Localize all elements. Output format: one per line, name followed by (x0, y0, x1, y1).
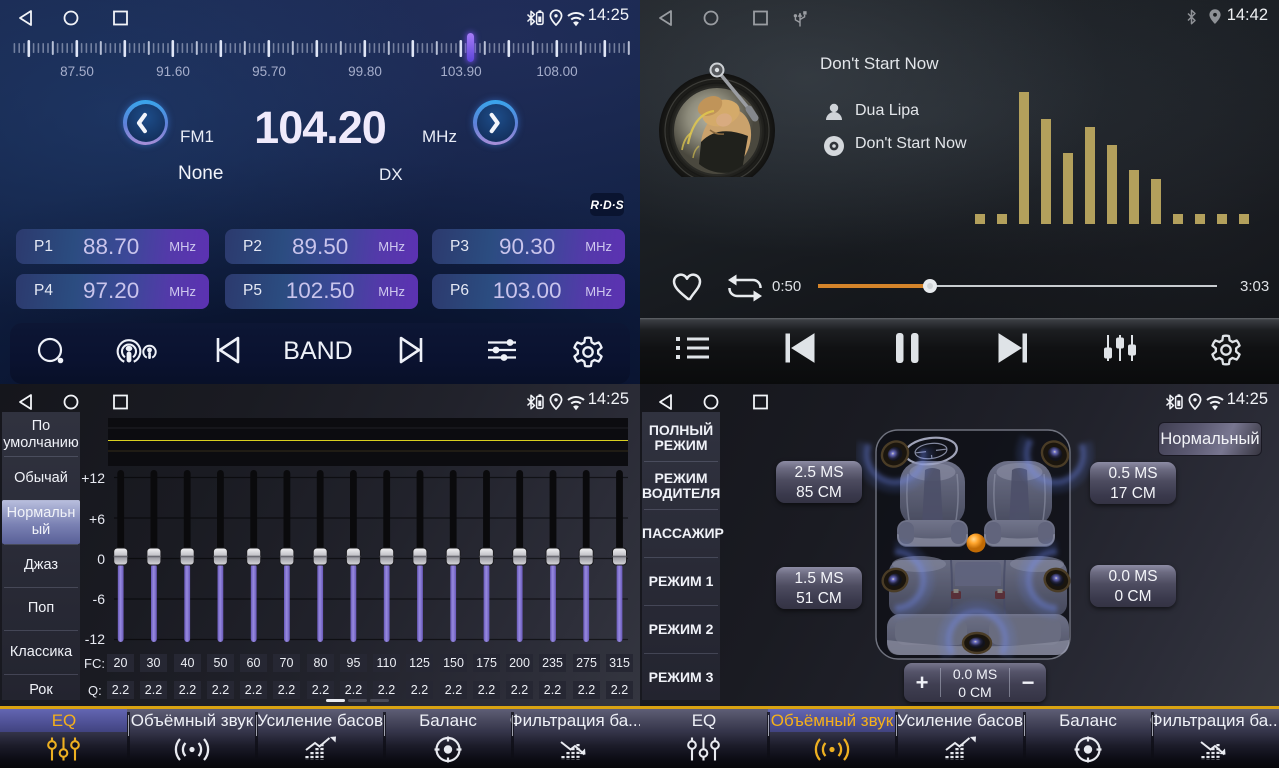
svg-text:BAND: BAND (283, 337, 352, 365)
